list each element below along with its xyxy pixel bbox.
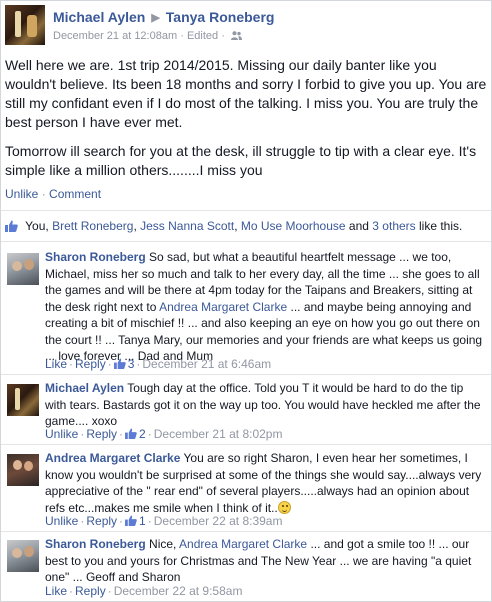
comment-timestamp[interactable]: December 21 at 8:02pm [154, 427, 283, 441]
post-actions: Unlike · Comment [5, 187, 101, 201]
comment: Michael Aylen Tough day at the office. T… [1, 380, 491, 445]
post-paragraph: Tomorrow ill search for you at the desk,… [5, 143, 477, 178]
likes-and: and [348, 219, 369, 233]
commenter-avatar[interactable] [7, 540, 39, 572]
thumbs-up-icon [125, 515, 137, 526]
comment-actions: Like · Reply · 3 · December 21 at 6:46am [45, 357, 272, 371]
comment-button[interactable]: Comment [49, 187, 101, 201]
commenter-avatar[interactable] [7, 253, 39, 285]
likes-suffix: like this. [419, 219, 463, 233]
target-link[interactable]: Tanya Roneberg [166, 9, 275, 25]
thumbs-up-icon [5, 220, 18, 232]
like-button[interactable]: Like [45, 584, 67, 598]
post-header: Michael Aylen ▶ Tanya Roneberg December 21… [1, 1, 491, 51]
divider [1, 374, 491, 375]
like-button[interactable]: Like [45, 357, 67, 371]
divider [1, 210, 491, 211]
comment-author[interactable]: Sharon Roneberg [45, 537, 146, 551]
liker-link[interactable]: Brett Roneberg [52, 219, 133, 233]
comment: Sharon Roneberg So sad, but what a beaut… [1, 249, 491, 374]
comment-text: Sharon Roneberg Nice, Andrea Margaret Cl… [45, 536, 485, 586]
post-body: Well here we are. 1st trip 2014/2015. Mi… [5, 56, 487, 190]
like-count[interactable]: 3 [128, 357, 135, 371]
comment-timestamp[interactable]: December 21 at 6:46am [142, 357, 271, 371]
comment-text: Michael Aylen Tough day at the office. T… [45, 380, 485, 430]
divider [1, 444, 491, 445]
comment: Andrea Margaret Clarke You are so right … [1, 450, 491, 532]
thumbs-up-icon [125, 428, 137, 439]
liker-link[interactable]: Jess Nanna Scott [140, 219, 234, 233]
post-timestamp[interactable]: December 21 at 12:08am [53, 30, 177, 42]
friends-audience-icon[interactable] [230, 31, 242, 40]
author-link[interactable]: Michael Aylen [53, 9, 145, 25]
comment-body: Nice, [149, 537, 177, 551]
reply-button[interactable]: Reply [86, 427, 117, 441]
unlike-button[interactable]: Unlike [5, 187, 38, 201]
liker-link[interactable]: Mo Use Moorhouse [241, 219, 346, 233]
thumbs-up-icon [113, 358, 126, 369]
post-names: Michael Aylen ▶ Tanya Roneberg [53, 9, 274, 25]
author-avatar[interactable] [5, 5, 45, 45]
divider [1, 241, 491, 242]
action-separator: · [41, 187, 46, 201]
comment-actions: Like · Reply · December 22 at 9:58am [45, 584, 243, 598]
unlike-button[interactable]: Unlike [45, 427, 78, 441]
likes-you: You, [25, 219, 49, 233]
like-count[interactable]: 1 [139, 514, 146, 528]
commenter-avatar[interactable] [7, 384, 39, 416]
mention-link[interactable]: Andrea Margaret Clarke [159, 300, 287, 314]
unlike-button[interactable]: Unlike [45, 514, 78, 528]
comment-timestamp[interactable]: December 22 at 8:39am [154, 514, 283, 528]
comment-text: Sharon Roneberg So sad, but what a beaut… [45, 249, 485, 365]
likes-others-link[interactable]: 3 others [372, 219, 415, 233]
comment: Sharon Roneberg Nice, Andrea Margaret Cl… [1, 536, 491, 601]
facebook-post: Michael Aylen ▶ Tanya Roneberg December 21… [0, 0, 492, 602]
meta-separator: · [221, 30, 225, 42]
comment-text: Andrea Margaret Clarke You are so right … [45, 450, 485, 516]
likes-summary: You, Brett Roneberg, Jess Nanna Scott, M… [5, 219, 462, 233]
reply-button[interactable]: Reply [86, 514, 117, 528]
post-meta: December 21 at 12:08am · Edited · [53, 30, 242, 42]
divider [1, 531, 491, 532]
arrow-icon: ▶ [151, 12, 160, 24]
comment-actions: Unlike · Reply · 1 · December 22 at 8:39am [45, 514, 283, 528]
comment-actions: Unlike · Reply · 2 · December 21 at 8:02pm [45, 427, 283, 441]
comment-timestamp[interactable]: December 22 at 9:58am [114, 584, 243, 598]
comment-author[interactable]: Michael Aylen [45, 381, 124, 395]
edited-label[interactable]: Edited [187, 30, 218, 42]
mention-link[interactable]: Andrea Margaret Clarke [179, 537, 307, 551]
comment-author[interactable]: Andrea Margaret Clarke [45, 451, 180, 465]
meta-separator: · [180, 30, 184, 42]
like-count[interactable]: 2 [139, 427, 146, 441]
commenter-avatar[interactable] [7, 454, 39, 486]
post-paragraph: Well here we are. 1st trip 2014/2015. Mi… [5, 57, 487, 130]
reply-button[interactable]: Reply [75, 584, 106, 598]
smiley-emoticon-icon [277, 500, 291, 514]
comment-author[interactable]: Sharon Roneberg [45, 250, 146, 264]
reply-button[interactable]: Reply [75, 357, 106, 371]
